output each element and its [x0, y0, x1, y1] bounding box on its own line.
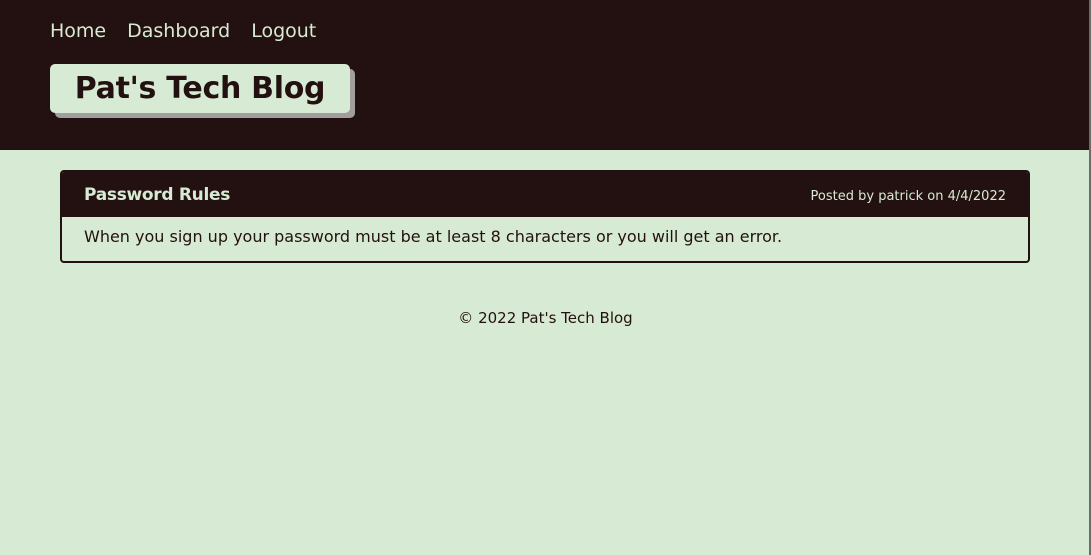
site-title: Pat's Tech Blog [74, 71, 326, 106]
post-title: Password Rules [84, 184, 231, 205]
site-title-box: Pat's Tech Blog [50, 64, 350, 113]
site-header: Home Dashboard Logout Pat's Tech Blog [0, 0, 1091, 150]
nav-home-link[interactable]: Home [50, 18, 106, 44]
site-footer: © 2022 Pat's Tech Blog [458, 309, 633, 327]
post-header: Password Rules Posted by patrick on 4/4/… [62, 172, 1028, 217]
nav-dashboard-link[interactable]: Dashboard [127, 18, 230, 44]
post-body: When you sign up your password must be a… [84, 227, 783, 246]
post-card[interactable]: Password Rules Posted by patrick on 4/4/… [60, 170, 1030, 263]
main-nav: Home Dashboard Logout [50, 18, 316, 44]
nav-logout-link[interactable]: Logout [251, 18, 316, 44]
post-meta: Posted by patrick on 4/4/2022 [810, 189, 1006, 204]
